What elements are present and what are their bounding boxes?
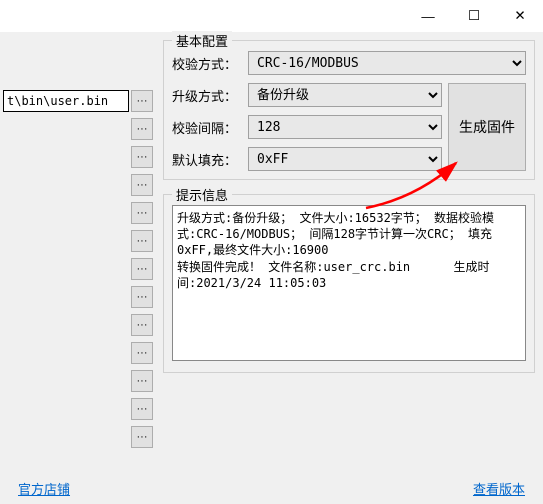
default-fill-select[interactable]: 0xFF xyxy=(248,147,442,171)
slot-button-7[interactable]: ··· xyxy=(131,286,153,308)
generate-firmware-button[interactable]: 生成固件 xyxy=(448,83,526,171)
slot-button-9[interactable]: ··· xyxy=(131,342,153,364)
version-link[interactable]: 查看版本 xyxy=(473,479,525,498)
browse-button[interactable]: ··· xyxy=(131,90,153,112)
slot-button-11[interactable]: ··· xyxy=(131,398,153,420)
slot-button-3[interactable]: ··· xyxy=(131,174,153,196)
log-title: 提示信息 xyxy=(172,185,232,204)
left-panel: ··· ··· ··· ··· ··· ··· ··· ··· ··· ··· … xyxy=(0,32,155,472)
file-path-input[interactable] xyxy=(3,90,129,112)
check-mode-select[interactable]: CRC-16/MODBUS xyxy=(248,51,526,75)
slot-button-8[interactable]: ··· xyxy=(131,314,153,336)
slot-button-10[interactable]: ··· xyxy=(131,370,153,392)
slot-button-6[interactable]: ··· xyxy=(131,258,153,280)
default-fill-label: 默认填充： xyxy=(172,150,242,169)
check-interval-select[interactable]: 128 xyxy=(248,115,442,139)
basic-config-title: 基本配置 xyxy=(172,31,232,50)
check-mode-label: 校验方式： xyxy=(172,54,242,73)
slot-button-4[interactable]: ··· xyxy=(131,202,153,224)
slot-button-5[interactable]: ··· xyxy=(131,230,153,252)
basic-config-group: 基本配置 校验方式： CRC-16/MODBUS 升级方式： 备份升级 生成固件… xyxy=(163,40,535,180)
check-interval-label: 校验间隔： xyxy=(172,118,242,137)
maximize-button[interactable]: ☐ xyxy=(451,0,497,32)
slot-button-2[interactable]: ··· xyxy=(131,146,153,168)
minimize-button[interactable]: — xyxy=(405,0,451,32)
shop-link[interactable]: 官方店铺 xyxy=(18,479,70,498)
window-titlebar: — ☐ ✕ xyxy=(0,0,543,32)
slot-button-1[interactable]: ··· xyxy=(131,118,153,140)
upgrade-mode-label: 升级方式： xyxy=(172,86,242,105)
upgrade-mode-select[interactable]: 备份升级 xyxy=(248,83,442,107)
log-textarea[interactable] xyxy=(172,205,526,361)
footer: 官方店铺 查看版本 xyxy=(0,479,543,498)
slot-button-12[interactable]: ··· xyxy=(131,426,153,448)
log-group: 提示信息 xyxy=(163,194,535,373)
close-button[interactable]: ✕ xyxy=(497,0,543,32)
